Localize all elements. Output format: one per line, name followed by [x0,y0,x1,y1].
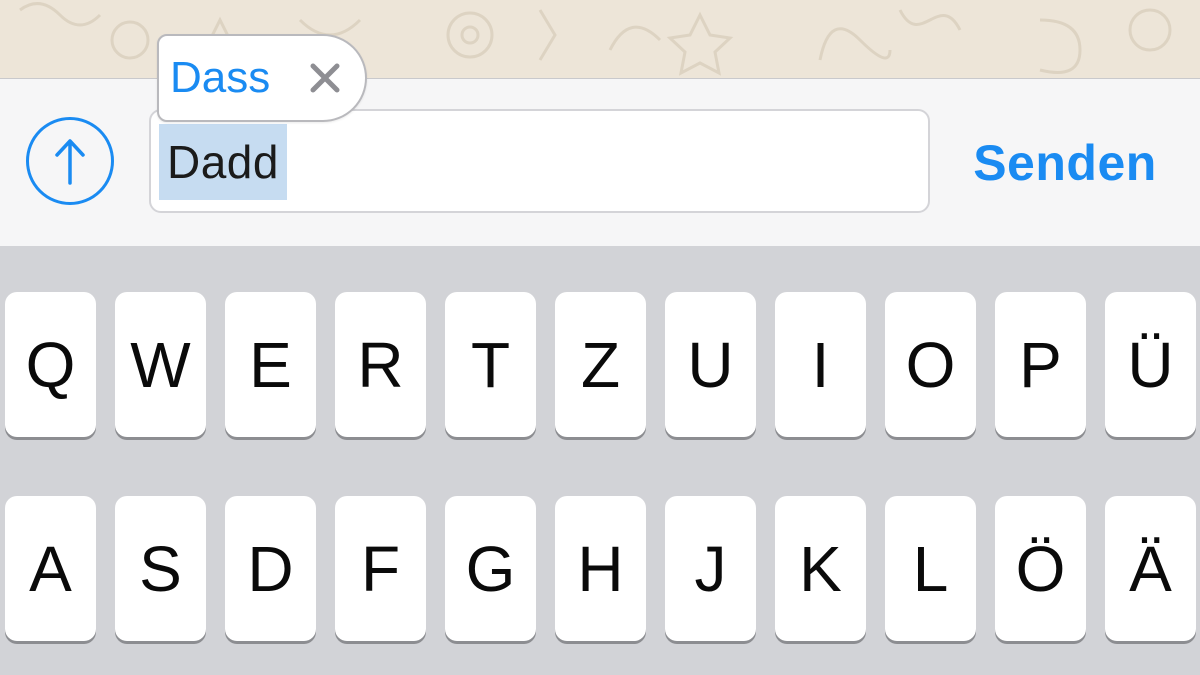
key-a[interactable]: A [5,496,96,641]
key-oe[interactable]: Ö [995,496,1086,641]
key-ue[interactable]: Ü [1105,292,1196,437]
send-button[interactable]: Senden [940,121,1190,205]
key-j[interactable]: J [665,496,756,641]
close-icon[interactable] [305,58,345,98]
screen: Dadd Senden Dass Q W E R T Z U I O P Ü A… [0,0,1200,675]
suggestion-word: Dass [170,53,271,102]
key-u[interactable]: U [665,292,756,437]
key-e[interactable]: E [225,292,316,437]
key-d[interactable]: D [225,496,316,641]
key-f[interactable]: F [335,496,426,641]
keyboard: Q W E R T Z U I O P Ü A S D F G H J K L … [0,246,1200,675]
key-l[interactable]: L [885,496,976,641]
key-p[interactable]: P [995,292,1086,437]
attach-button[interactable] [26,117,114,205]
key-ae[interactable]: Ä [1105,496,1196,641]
autocorrect-suggestion[interactable]: Dass [157,34,367,122]
key-o[interactable]: O [885,292,976,437]
key-g[interactable]: G [445,496,536,641]
key-i[interactable]: I [775,292,866,437]
key-r[interactable]: R [335,292,426,437]
key-s[interactable]: S [115,496,206,641]
typed-text-selection: Dadd [159,124,287,200]
key-z[interactable]: Z [555,292,646,437]
arrow-up-icon [55,139,85,185]
key-h[interactable]: H [555,496,646,641]
key-k[interactable]: K [775,496,866,641]
key-w[interactable]: W [115,292,206,437]
key-q[interactable]: Q [5,292,96,437]
key-t[interactable]: T [445,292,536,437]
